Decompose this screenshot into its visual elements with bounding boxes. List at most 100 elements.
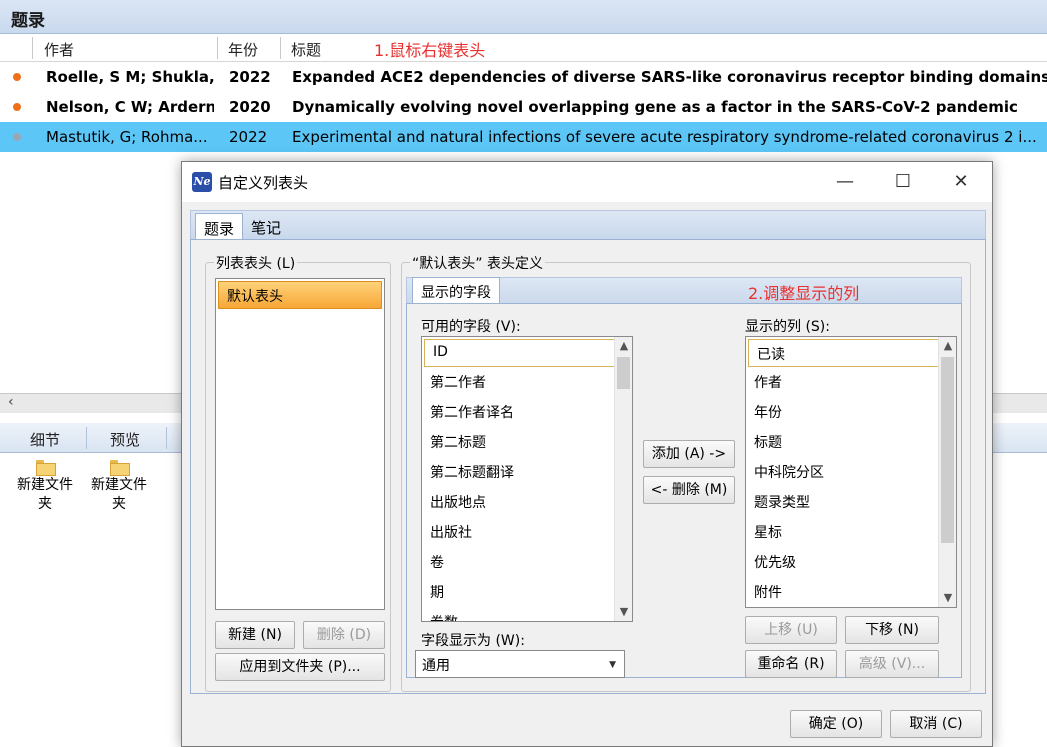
row-author: Nelson, C W; Ardern [46, 98, 214, 116]
list-item-focused[interactable]: 已读 [748, 339, 954, 367]
cancel-button[interactable]: 取消 (C) [890, 710, 982, 738]
tab-details[interactable]: 细节 [30, 429, 60, 450]
list-item[interactable]: 出版社 [422, 517, 632, 547]
tab-notes[interactable]: 笔记 [243, 213, 289, 241]
folder-item[interactable]: 新建文件夹 [12, 460, 78, 514]
scroll-left-icon[interactable]: ‹ [8, 394, 14, 410]
advanced-button[interactable]: 高级 (V)... [845, 650, 939, 678]
column-separator[interactable] [217, 37, 218, 59]
list-item[interactable]: 卷数 [422, 607, 632, 621]
table-row-selected[interactable]: Mastutik, G; Rohma... 2022 Experimental … [0, 122, 1047, 152]
displayed-columns-label: 显示的列 (S): [745, 319, 830, 335]
chevron-down-icon[interactable]: ▼ [615, 603, 632, 621]
list-item[interactable]: 期 [422, 577, 632, 607]
header-definition-group: “默认表头” 表头定义 显示的字段 2.调整显示的列 可用的字段 (V): ID… [401, 253, 971, 692]
display-as-label: 字段显示为 (W): [421, 633, 525, 649]
delete-header-button[interactable]: 删除 (D) [303, 621, 385, 649]
unread-dot-icon [13, 103, 21, 111]
move-down-button[interactable]: 下移 (N) [845, 616, 939, 644]
list-item[interactable]: 优先级 [746, 547, 956, 577]
main-window-title: 题录 [11, 11, 45, 31]
column-separator[interactable] [32, 37, 33, 59]
annotation-adjust-columns: 2.调整显示的列 [748, 284, 860, 303]
tab-separator [86, 427, 87, 449]
available-fields-label: 可用的字段 (V): [421, 319, 521, 335]
move-up-button[interactable]: 上移 (U) [745, 616, 837, 644]
row-title: Dynamically evolving novel overlapping g… [292, 98, 1018, 116]
folder-icon [36, 460, 56, 476]
list-item[interactable]: 星标 [746, 517, 956, 547]
app-logo-icon: Ne [192, 172, 212, 192]
dialog-titlebar[interactable]: Ne 自定义列表头 — ☐ ✕ [182, 162, 992, 202]
customize-columns-dialog: Ne 自定义列表头 — ☐ ✕ 题录 笔记 列表表头 (L) 默认表头 新建 (… [181, 161, 993, 747]
table-row[interactable]: Roelle, S M; Shukla, 2022 Expanded ACE2 … [0, 62, 1047, 92]
display-as-select[interactable]: 通用 ▼ [415, 650, 625, 678]
folder-icon [110, 460, 130, 476]
row-year: 2022 [229, 128, 268, 146]
list-item-focused[interactable]: ID [424, 339, 630, 367]
row-title: Experimental and natural infections of s… [292, 128, 1037, 146]
scrollbar-thumb[interactable] [617, 357, 630, 389]
remove-field-button[interactable]: <- 删除 (M) [643, 476, 735, 504]
available-fields-scrollbar[interactable]: ▲ ▼ [614, 337, 632, 621]
header-list-legend: 列表表头 (L) [214, 253, 298, 273]
chevron-down-icon[interactable]: ▼ [939, 589, 956, 607]
annotation-right-click-header: 1.鼠标右键表头 [374, 41, 486, 60]
apply-to-folder-button[interactable]: 应用到文件夹 (P)... [215, 653, 385, 681]
list-item[interactable]: 第二作者 [422, 367, 632, 397]
maximize-button[interactable]: ☐ [880, 168, 926, 196]
row-author: Mastutik, G; Rohma... [46, 128, 208, 146]
dialog-body: 题录 笔记 列表表头 (L) 默认表头 新建 (N) 删除 (D) 应用到文件夹… [186, 206, 988, 694]
list-item[interactable]: 标题 [746, 427, 956, 457]
displayed-fields-panel: 可用的字段 (V): ID 第二作者 第二作者译名 第二标题 第二标题翻译 出版… [406, 303, 962, 678]
list-item[interactable]: 出版地点 [422, 487, 632, 517]
list-item[interactable]: 作者 [746, 367, 956, 397]
ok-button[interactable]: 确定 (O) [790, 710, 882, 738]
header-list-group: 列表表头 (L) 默认表头 新建 (N) 删除 (D) 应用到文件夹 (P)..… [205, 253, 391, 692]
rename-button[interactable]: 重命名 (R) [745, 650, 837, 678]
tab-displayed-fields[interactable]: 显示的字段 [412, 277, 500, 305]
list-item[interactable]: 题录类型 [746, 487, 956, 517]
unread-dot-icon [13, 73, 21, 81]
list-item[interactable]: 年份 [746, 397, 956, 427]
list-item[interactable]: 中科院分区 [746, 457, 956, 487]
folder-label: 新建文件夹 [17, 477, 73, 512]
header-definition-legend: “默认表头” 表头定义 [410, 253, 545, 273]
main-window-titlebar: 题录 [0, 0, 1047, 34]
list-item-selected[interactable]: 默认表头 [218, 281, 382, 309]
list-item[interactable]: 第二作者译名 [422, 397, 632, 427]
header-list[interactable]: 默认表头 [215, 278, 385, 610]
records-tab-panel: 列表表头 (L) 默认表头 新建 (N) 删除 (D) 应用到文件夹 (P)..… [190, 239, 986, 694]
folder-item[interactable]: 新建文件夹 [86, 460, 152, 514]
table-row[interactable]: Nelson, C W; Ardern 2020 Dynamically evo… [0, 92, 1047, 122]
list-item[interactable]: 第二标题翻译 [422, 457, 632, 487]
available-fields-list[interactable]: ID 第二作者 第二作者译名 第二标题 第二标题翻译 出版地点 出版社 卷 期 … [421, 336, 633, 622]
list-item[interactable]: 附件 [746, 577, 956, 607]
list-column-header[interactable]: 作者 年份 标题 1.鼠标右键表头 [0, 34, 1047, 62]
add-field-button[interactable]: 添加 (A) -> [643, 440, 735, 468]
row-year: 2020 [229, 98, 271, 116]
read-dot-icon [13, 133, 21, 141]
dialog-title: 自定义列表头 [218, 174, 309, 192]
displayed-columns-list[interactable]: 已读 作者 年份 标题 中科院分区 题录类型 星标 优先级 附件 ▲ ▼ [745, 336, 957, 608]
new-header-button[interactable]: 新建 (N) [215, 621, 295, 649]
column-header-author[interactable]: 作者 [44, 39, 74, 60]
list-item[interactable]: 第二标题 [422, 427, 632, 457]
tab-preview[interactable]: 预览 [110, 429, 140, 450]
chevron-down-icon[interactable]: ▼ [609, 660, 616, 670]
row-year: 2022 [229, 68, 271, 86]
column-header-title[interactable]: 标题 [291, 39, 321, 60]
minimize-button[interactable]: — [822, 168, 868, 196]
chevron-up-icon[interactable]: ▲ [939, 337, 956, 355]
column-separator[interactable] [280, 37, 281, 59]
tab-records[interactable]: 题录 [195, 213, 244, 241]
displayed-columns-scrollbar[interactable]: ▲ ▼ [938, 337, 956, 607]
close-button[interactable]: ✕ [938, 168, 984, 196]
tab-separator [166, 427, 167, 449]
chevron-up-icon[interactable]: ▲ [615, 337, 632, 355]
scrollbar-thumb[interactable] [941, 357, 954, 543]
display-as-value: 通用 [422, 658, 450, 674]
row-title: Expanded ACE2 dependencies of diverse SA… [292, 68, 1047, 86]
column-header-year[interactable]: 年份 [228, 39, 258, 60]
list-item[interactable]: 卷 [422, 547, 632, 577]
